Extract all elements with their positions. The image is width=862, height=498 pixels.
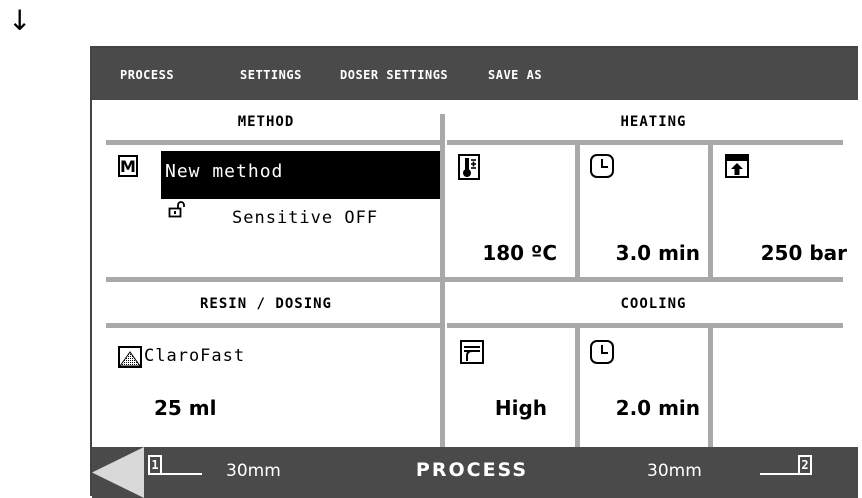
sensitive-status[interactable]: Sensitive OFF <box>232 208 378 228</box>
heating-pressure-value[interactable]: 250 bar <box>713 241 847 265</box>
cylinder-1-icon: 1 <box>148 455 206 483</box>
cooling-header: COOLING <box>620 296 687 312</box>
menu-settings[interactable]: SETTINGS <box>240 68 302 82</box>
unlock-icon <box>168 201 185 218</box>
top-menu-bar: PROCESS SETTINGS DOSER SETTINGS SAVE AS <box>92 48 858 100</box>
mode-label: PROCESS <box>415 459 529 481</box>
left-cylinder-size: 30mm <box>226 461 281 481</box>
right-cylinder-size: 30mm <box>647 461 702 481</box>
heating-temperature-value[interactable]: 180 ºC <box>447 241 557 265</box>
divider <box>106 277 843 282</box>
resin-volume-value[interactable]: 25 ml <box>154 396 217 420</box>
resin-dosing-header: RESIN / DOSING <box>199 296 332 312</box>
cooling-water-icon <box>460 340 484 364</box>
menu-save-as[interactable]: SAVE AS <box>488 68 542 82</box>
down-arrow-icon: ↓ <box>8 4 32 37</box>
method-badge: M <box>118 155 138 177</box>
divider <box>440 114 445 447</box>
pressure-icon <box>725 154 749 178</box>
resin-name[interactable]: ClaroFast <box>144 346 245 366</box>
method-name-field[interactable]: New method <box>161 151 440 199</box>
menu-process[interactable]: PROCESS <box>120 68 174 82</box>
heating-time-value[interactable]: 3.0 min <box>580 241 700 265</box>
divider <box>106 323 440 328</box>
menu-doser-settings[interactable]: DOSER SETTINGS <box>340 68 448 82</box>
heating-header: HEATING <box>620 114 687 130</box>
cooling-time-value[interactable]: 2.0 min <box>580 396 700 420</box>
divider <box>575 323 580 447</box>
temperature-icon <box>458 154 480 180</box>
cooling-rate-value[interactable]: High <box>447 396 547 420</box>
device-screen: PROCESS SETTINGS DOSER SETTINGS SAVE AS … <box>90 46 858 498</box>
bottom-status-bar: 1 30mm PROCESS 30mm 2 <box>92 447 858 498</box>
cylinder-2-icon: 2 <box>760 455 818 483</box>
cooling-timer-icon <box>590 340 614 364</box>
resin-pile-icon <box>118 346 142 368</box>
heating-timer-icon <box>590 154 614 178</box>
method-header: METHOD <box>237 114 295 130</box>
divider <box>447 323 843 328</box>
divider <box>447 140 843 145</box>
divider <box>708 323 713 447</box>
divider <box>106 140 440 145</box>
